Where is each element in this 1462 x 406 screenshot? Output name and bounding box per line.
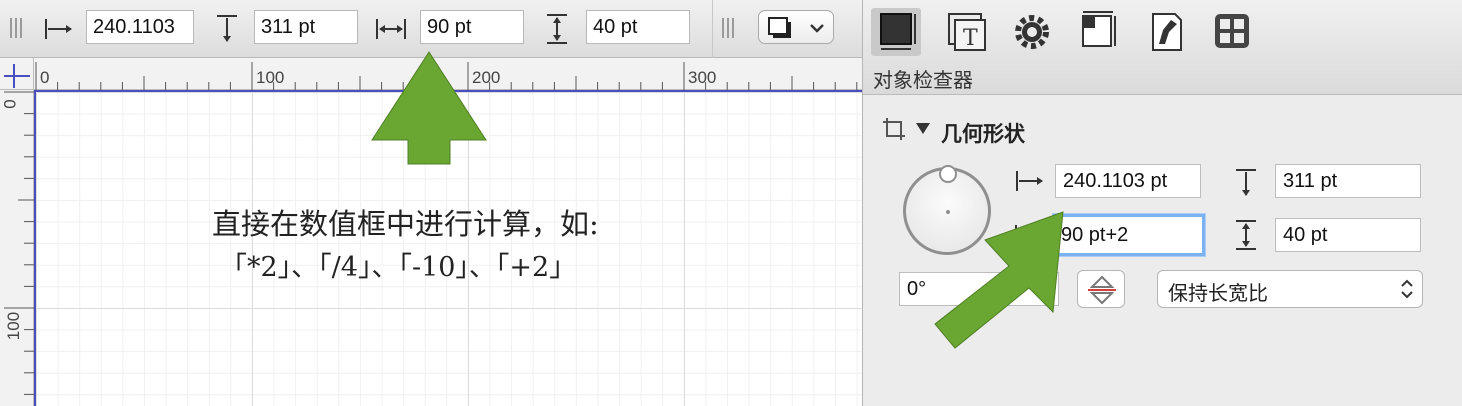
tab-canvas[interactable] [1207,8,1257,56]
tab-layout[interactable] [1073,8,1123,56]
aspect-ratio-value: 保持长宽比 [1168,283,1268,305]
layout-inspector-icon [1082,11,1116,47]
rotation-field[interactable]: 0° [899,272,1059,306]
height-field[interactable]: 40 pt [586,10,690,44]
tab-text[interactable]: T [941,8,991,56]
geometry-inspector-icon [880,13,916,50]
x-position-icon [45,19,72,39]
ruler-corner [0,58,34,90]
y-position-icon [1236,169,1256,196]
app-window: 240.1103 311 pt 90 pt 40 pt 0 100 200 30… [0,0,1462,406]
rotation-dial[interactable] [903,165,991,255]
ruler-label: 0 [40,68,50,87]
crosshair-icon [4,64,30,88]
tab-style[interactable] [1141,8,1191,56]
toolbar-grip[interactable] [722,18,736,38]
height-icon [547,14,567,44]
width-icon [376,19,406,39]
x-position-field[interactable]: 240.1103 [86,10,194,44]
x-position-icon [1016,171,1043,191]
width-field[interactable]: 90 pt+2 [1053,214,1205,256]
text-inspector-icon: T [948,13,986,51]
toolbar-divider [712,0,713,58]
disclosure-triangle-icon[interactable] [915,122,931,136]
canvas-text-shape[interactable]: 直接在数值框中进行计算，如: 「*2」、「/4」、「-10」、「+2」 [212,202,599,290]
y-position-icon [217,15,237,42]
ruler-label: 300 [688,68,717,87]
inspector-title: 对象检查器 [873,70,973,92]
horizontal-ruler: 0 100 200 300 [34,58,901,90]
updown-chevron-icon [1401,279,1413,299]
chevron-down-icon [810,24,824,33]
ruler-label: 200 [472,68,501,87]
editor-area: 240.1103 311 pt 90 pt 40 pt 0 100 200 30… [0,0,901,406]
shadow-style-popup[interactable] [758,10,834,44]
ruler-ticks [4,91,34,395]
instruction-line-1: 直接在数值框中进行计算，如: [212,207,599,241]
drawing-canvas[interactable]: 直接在数值框中进行计算，如: 「*2」、「/4」、「-10」、「+2」 [34,90,862,406]
geometry-toolbar: 240.1103 311 pt 90 pt 40 pt [0,0,862,58]
crop-icon [883,118,905,140]
vertical-ruler: 0 100 [0,90,34,406]
svg-text:T: T [963,26,978,51]
dial-center [946,210,950,214]
tab-properties[interactable] [1007,8,1057,56]
section-title: 几何形状 [941,123,1025,146]
toolbar-grip[interactable] [10,18,24,38]
inspector-tab-bar: T 对象检查器 [863,0,1462,95]
x-position-field[interactable]: 240.1103 pt [1055,164,1201,198]
height-icon [1236,220,1256,250]
instruction-line-2: 「*2」、「/4」、「-10」、「+2」 [220,252,577,283]
flip-vertical-button[interactable] [1077,270,1125,308]
inspector-panel: T 对象检查器 几何形状 240.1103 pt 311 pt 90 pt+2 … [862,0,1462,406]
gear-icon [1015,15,1049,49]
grid-icon [1215,14,1249,48]
width-field[interactable]: 90 pt [420,10,524,44]
y-position-field[interactable]: 311 pt [1275,164,1421,198]
ruler-label: 100 [256,68,285,87]
ruler-ticks [35,62,901,90]
tab-geometry[interactable] [871,8,921,56]
shadow-square-icon [768,17,791,38]
wrench-document-icon [1152,13,1182,51]
ruler-label: 0 [0,99,20,109]
height-field[interactable]: 40 pt [1275,218,1421,252]
ruler-label: 100 [4,311,24,341]
rotation-knob[interactable] [939,165,957,183]
width-icon [1015,225,1045,245]
aspect-ratio-popup[interactable]: 保持长宽比 [1157,270,1423,308]
y-position-field[interactable]: 311 pt [254,10,358,44]
flip-vertical-icon [1088,275,1116,305]
